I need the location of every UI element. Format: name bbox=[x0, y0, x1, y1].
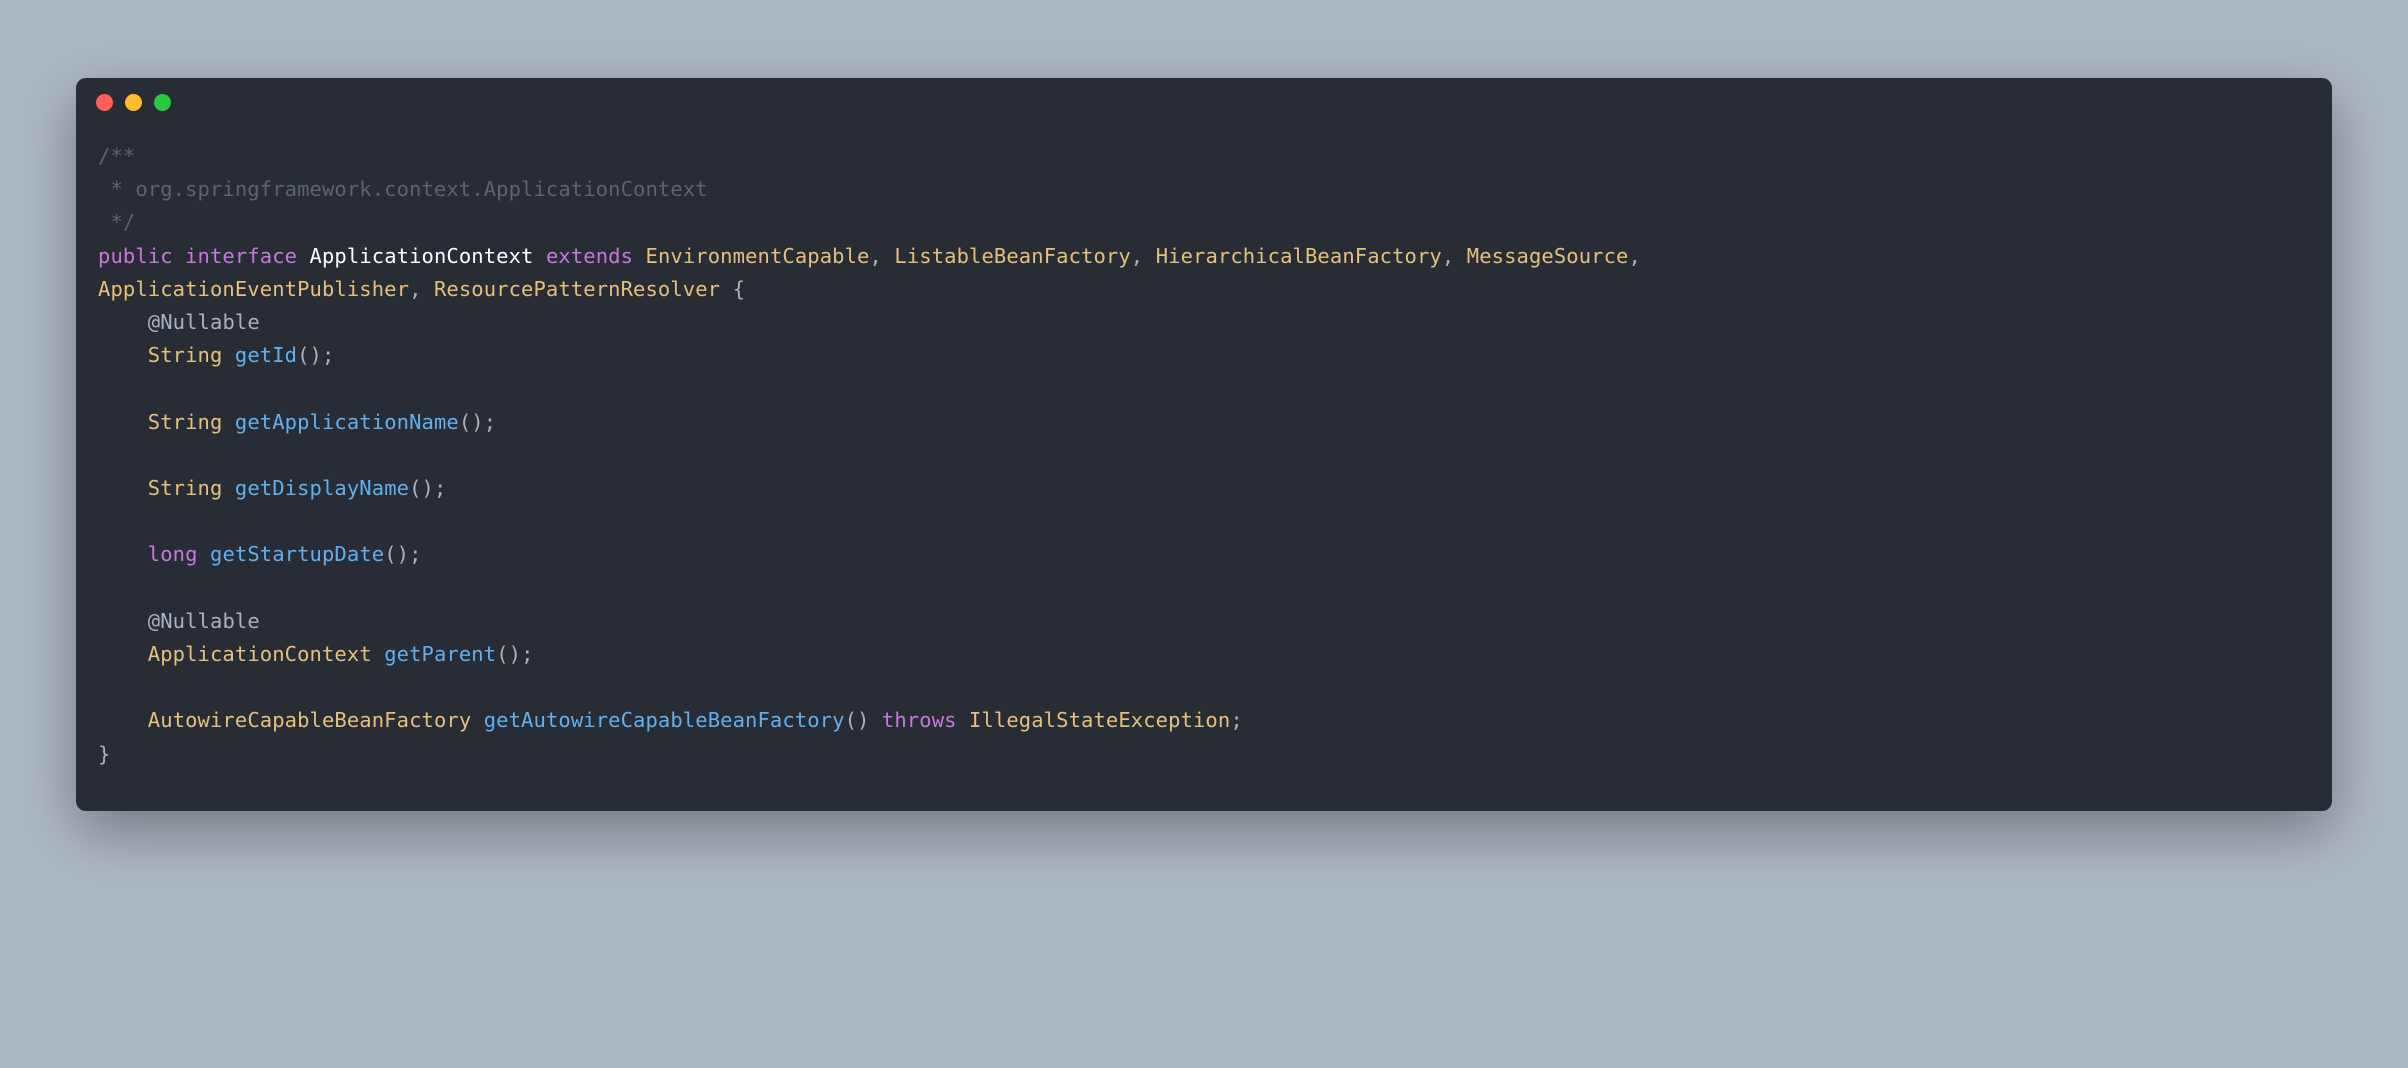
annotation-at: @ bbox=[148, 609, 160, 633]
method-name: getStartupDate bbox=[210, 542, 384, 566]
code-content: /** * org.springframework.context.Applic… bbox=[76, 126, 2332, 811]
type-name: String bbox=[148, 476, 223, 500]
type-name: AutowireCapableBeanFactory bbox=[148, 708, 472, 732]
punct: , bbox=[870, 244, 895, 268]
keyword-long: long bbox=[148, 542, 198, 566]
punct: (); bbox=[496, 642, 533, 666]
punct: } bbox=[98, 742, 110, 766]
annotation: Nullable bbox=[160, 310, 260, 334]
keyword-throws: throws bbox=[882, 708, 957, 732]
type-name: MessageSource bbox=[1467, 244, 1629, 268]
punct: , bbox=[1629, 244, 1654, 268]
punct: , bbox=[409, 277, 434, 301]
punct: ; bbox=[1230, 708, 1242, 732]
comment-line: * org.springframework.context.Applicatio… bbox=[98, 177, 708, 201]
keyword-interface: interface bbox=[185, 244, 297, 268]
punct: , bbox=[1442, 244, 1467, 268]
comment-line: /** bbox=[98, 144, 135, 168]
punct: , bbox=[1131, 244, 1156, 268]
punct: ) bbox=[857, 708, 869, 732]
method-name: getParent bbox=[384, 642, 496, 666]
type-name: IllegalStateException bbox=[969, 708, 1230, 732]
method-name: getId bbox=[235, 343, 297, 367]
method-name: getAutowireCapableBeanFactory bbox=[484, 708, 845, 732]
punct: (); bbox=[459, 410, 496, 434]
interface-name: ApplicationContext bbox=[310, 244, 534, 268]
keyword-public: public bbox=[98, 244, 173, 268]
type-name: String bbox=[148, 343, 223, 367]
maximize-icon[interactable] bbox=[154, 94, 171, 111]
punct: (); bbox=[409, 476, 446, 500]
punct: (); bbox=[384, 542, 421, 566]
punct: { bbox=[720, 277, 745, 301]
close-icon[interactable] bbox=[96, 94, 113, 111]
type-name: String bbox=[148, 410, 223, 434]
method-name: getDisplayName bbox=[235, 476, 409, 500]
comment-line: */ bbox=[98, 210, 135, 234]
method-name: getApplicationName bbox=[235, 410, 459, 434]
type-name: EnvironmentCapable bbox=[646, 244, 870, 268]
type-name: ApplicationContext bbox=[148, 642, 372, 666]
code-window: /** * org.springframework.context.Applic… bbox=[76, 78, 2332, 811]
type-name: ResourcePatternResolver bbox=[434, 277, 720, 301]
type-name: ListableBeanFactory bbox=[894, 244, 1130, 268]
keyword-extends: extends bbox=[546, 244, 633, 268]
punct: (); bbox=[297, 343, 334, 367]
type-name: ApplicationEventPublisher bbox=[98, 277, 409, 301]
annotation-at: @ bbox=[148, 310, 160, 334]
minimize-icon[interactable] bbox=[125, 94, 142, 111]
annotation: Nullable bbox=[160, 609, 260, 633]
window-titlebar bbox=[76, 78, 2332, 126]
type-name: HierarchicalBeanFactory bbox=[1156, 244, 1442, 268]
punct: ( bbox=[845, 708, 857, 732]
